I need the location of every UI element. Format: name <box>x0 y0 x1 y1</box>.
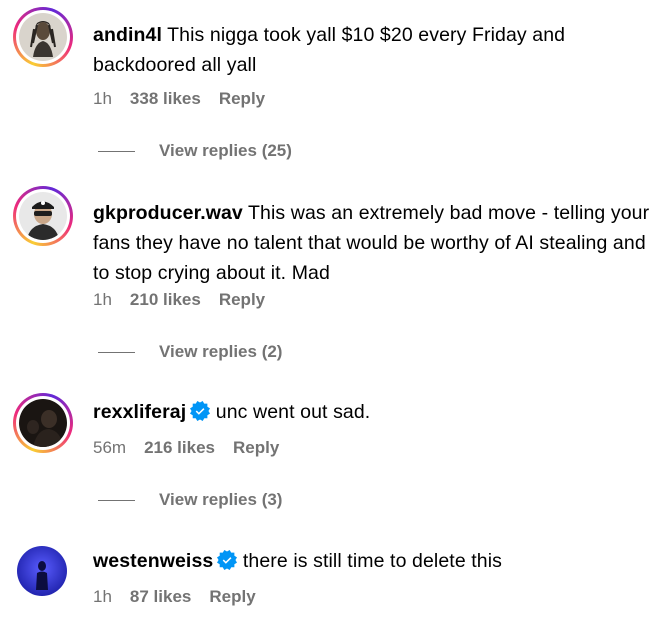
view-replies-label: View replies (3) <box>159 490 283 509</box>
comment-username[interactable]: rexxliferaj <box>93 401 186 423</box>
avatar-image <box>19 399 67 447</box>
comment-time: 1h <box>93 587 112 606</box>
reply-button[interactable]: Reply <box>209 587 255 607</box>
reply-button[interactable]: Reply <box>219 89 265 109</box>
view-replies-button[interactable]: View replies (3) <box>98 490 282 510</box>
reply-button[interactable]: Reply <box>233 438 279 458</box>
avatar[interactable] <box>13 7 73 67</box>
comment-likes[interactable]: 87 likes <box>130 587 191 607</box>
comment-meta: 1h 87 likes Reply <box>93 587 256 607</box>
comment-likes[interactable]: 216 likes <box>144 438 215 458</box>
avatar-image <box>17 546 67 596</box>
avatar-image <box>19 192 67 240</box>
divider-line <box>98 150 135 152</box>
view-replies-button[interactable]: View replies (2) <box>98 342 282 362</box>
verified-badge-icon <box>190 401 211 421</box>
view-replies-label: View replies (2) <box>159 342 283 361</box>
comment-meta: 56m 216 likes Reply <box>93 438 279 458</box>
comment-text: This nigga took yall $10 $20 every Frida… <box>93 24 566 76</box>
comment-meta: 1h 210 likes Reply <box>93 290 265 310</box>
avatar[interactable] <box>13 186 73 246</box>
divider-line <box>98 351 135 353</box>
comment-username[interactable]: andin4l <box>93 24 162 46</box>
view-replies-label: View replies (25) <box>159 141 292 160</box>
avatar[interactable] <box>17 546 67 596</box>
comment-body: andin4l This nigga took yall $10 $20 eve… <box>93 20 653 80</box>
comment-time: 1h <box>93 290 112 309</box>
avatar-image <box>19 13 67 61</box>
avatar[interactable] <box>13 393 73 453</box>
reply-button[interactable]: Reply <box>219 290 265 310</box>
comment-body: westenweiss there is still time to delet… <box>93 546 653 576</box>
comment-username[interactable]: gkproducer.wav <box>93 202 243 224</box>
comment-likes[interactable]: 338 likes <box>130 89 201 109</box>
comment-text: unc went out sad. <box>215 401 371 423</box>
comment-meta: 1h 338 likes Reply <box>93 89 265 109</box>
divider-line <box>98 499 135 501</box>
comment-body: gkproducer.wav This was an extremely bad… <box>93 198 653 288</box>
comment-time: 56m <box>93 438 127 457</box>
comment-text: there is still time to delete this <box>242 550 503 572</box>
comment-username[interactable]: westenweiss <box>93 550 213 572</box>
view-replies-button[interactable]: View replies (25) <box>98 141 292 161</box>
comment-time: 1h <box>93 89 112 108</box>
comment-likes[interactable]: 210 likes <box>130 290 201 310</box>
verified-badge-icon <box>217 550 238 570</box>
comment-body: rexxliferaj unc went out sad. <box>93 397 653 427</box>
